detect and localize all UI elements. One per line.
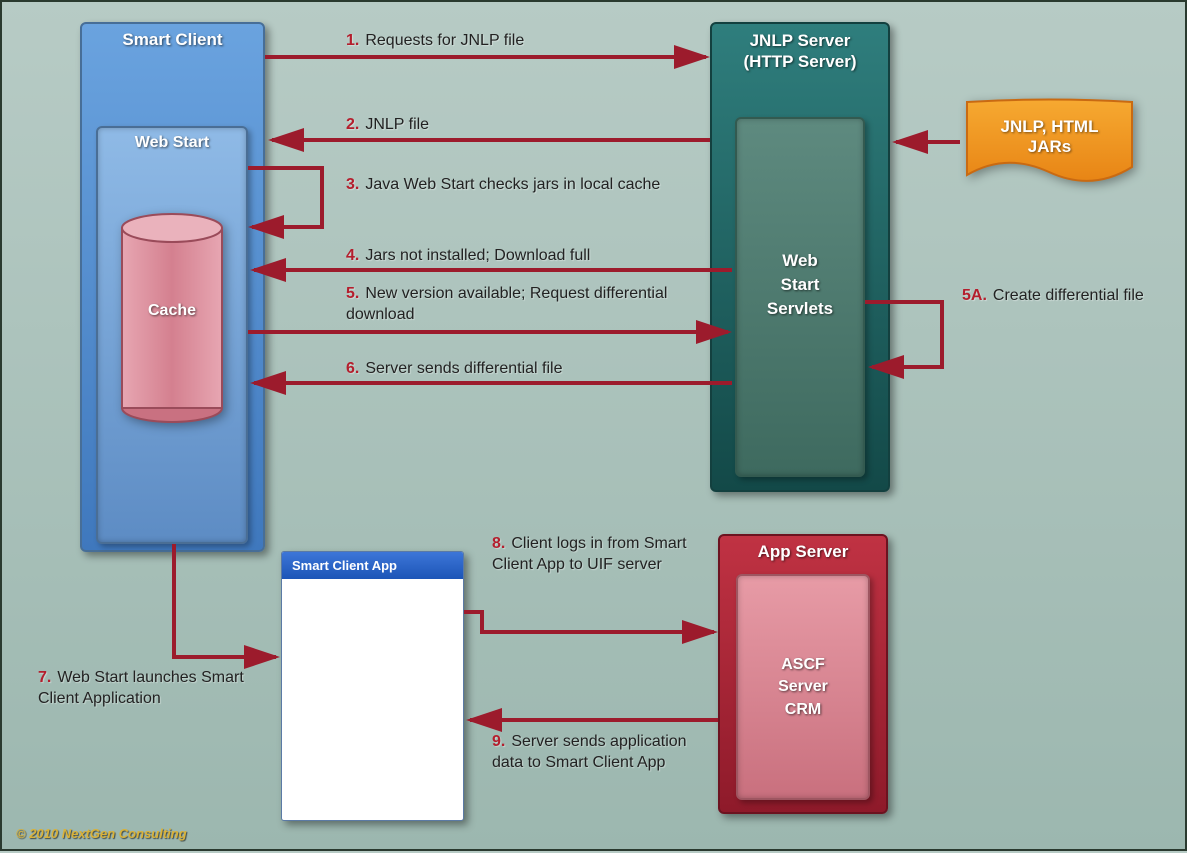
arrow-8 [464,612,714,632]
step-6-num: 6. [346,360,359,377]
arrow-7 [174,544,276,657]
step-3-num: 3. [346,176,359,193]
smart-client-title: Smart Client [82,30,263,50]
step-1-text: Requests for JNLP file [365,32,524,49]
step-1-num: 1. [346,32,359,49]
step-7-num: 7. [38,669,51,686]
step-9: 9.Server sends application data to Smart… [492,732,722,774]
web-start-title: Web Start [98,134,246,152]
step-2-num: 2. [346,116,359,133]
jnlp-server-line2: (HTTP Server) [743,52,856,71]
step-6: 6. Server sends differential file [346,359,706,380]
step-4: 4. Jars not installed; Download full [346,246,706,267]
copyright-text: © 2010 NextGen Consulting [16,826,187,841]
ascf-line1: ASCF [781,656,825,673]
step-3: 3. Java Web Start checks jars in local ca… [346,175,706,196]
step-1: 1. Requests for JNLP file [346,31,706,52]
step-8-num: 8. [492,535,505,552]
step-7: 7.Web Start launches Smart Client Applic… [38,668,258,710]
ascf-line3: CRM [785,701,821,718]
jnlp-server-title: JNLP Server (HTTP Server) [712,30,888,73]
jnlp-server-line1: JNLP Server [750,31,851,50]
smart-client-app-titlebar: Smart Client App [282,552,463,579]
step-9-num: 9. [492,733,505,750]
step-5-num: 5. [346,285,359,302]
servlets-box: Web Start Servlets [735,117,865,477]
ascf-box: ASCF Server CRM [736,574,870,800]
servlets-line1: Web [782,251,818,270]
step-4-text: Jars not installed; Download full [365,247,590,264]
step-5a-num: 5A. [962,287,987,304]
jars-label: JNLP, HTML JARs [962,117,1137,158]
app-server-title: App Server [720,542,886,562]
ascf-line2: Server [778,678,828,695]
step-5-text: New version available; Request different… [346,285,667,323]
step-5a: 5A. Create differential file [962,286,1162,307]
step-5a-text: Create differential file [993,287,1144,304]
step-8-text: Client logs in from Smart Client App to … [492,535,687,573]
step-5: 5.New version available; Request differe… [346,284,706,326]
step-6-text: Server sends differential file [365,360,562,377]
smart-client-app-window: Smart Client App [281,551,464,821]
step-2-text: JNLP file [365,116,429,133]
servlets-line3: Servlets [767,299,833,318]
step-2: 2. JNLP file [346,115,706,136]
servlets-title: Web Start Servlets [737,249,863,320]
step-8: 8.Client logs in from Smart Client App t… [492,534,722,576]
step-9-text: Server sends application data to Smart C… [492,733,687,771]
step-3-text: Java Web Start checks jars in local cach… [365,176,660,193]
jars-line1: JNLP, HTML [1001,117,1099,136]
jars-line2: JARs [1028,137,1071,156]
step-7-text: Web Start launches Smart Client Applicat… [38,669,244,707]
step-4-num: 4. [346,247,359,264]
cache-label: Cache [119,302,225,320]
servlets-line2: Start [781,275,820,294]
ascf-title: ASCF Server CRM [738,654,868,721]
